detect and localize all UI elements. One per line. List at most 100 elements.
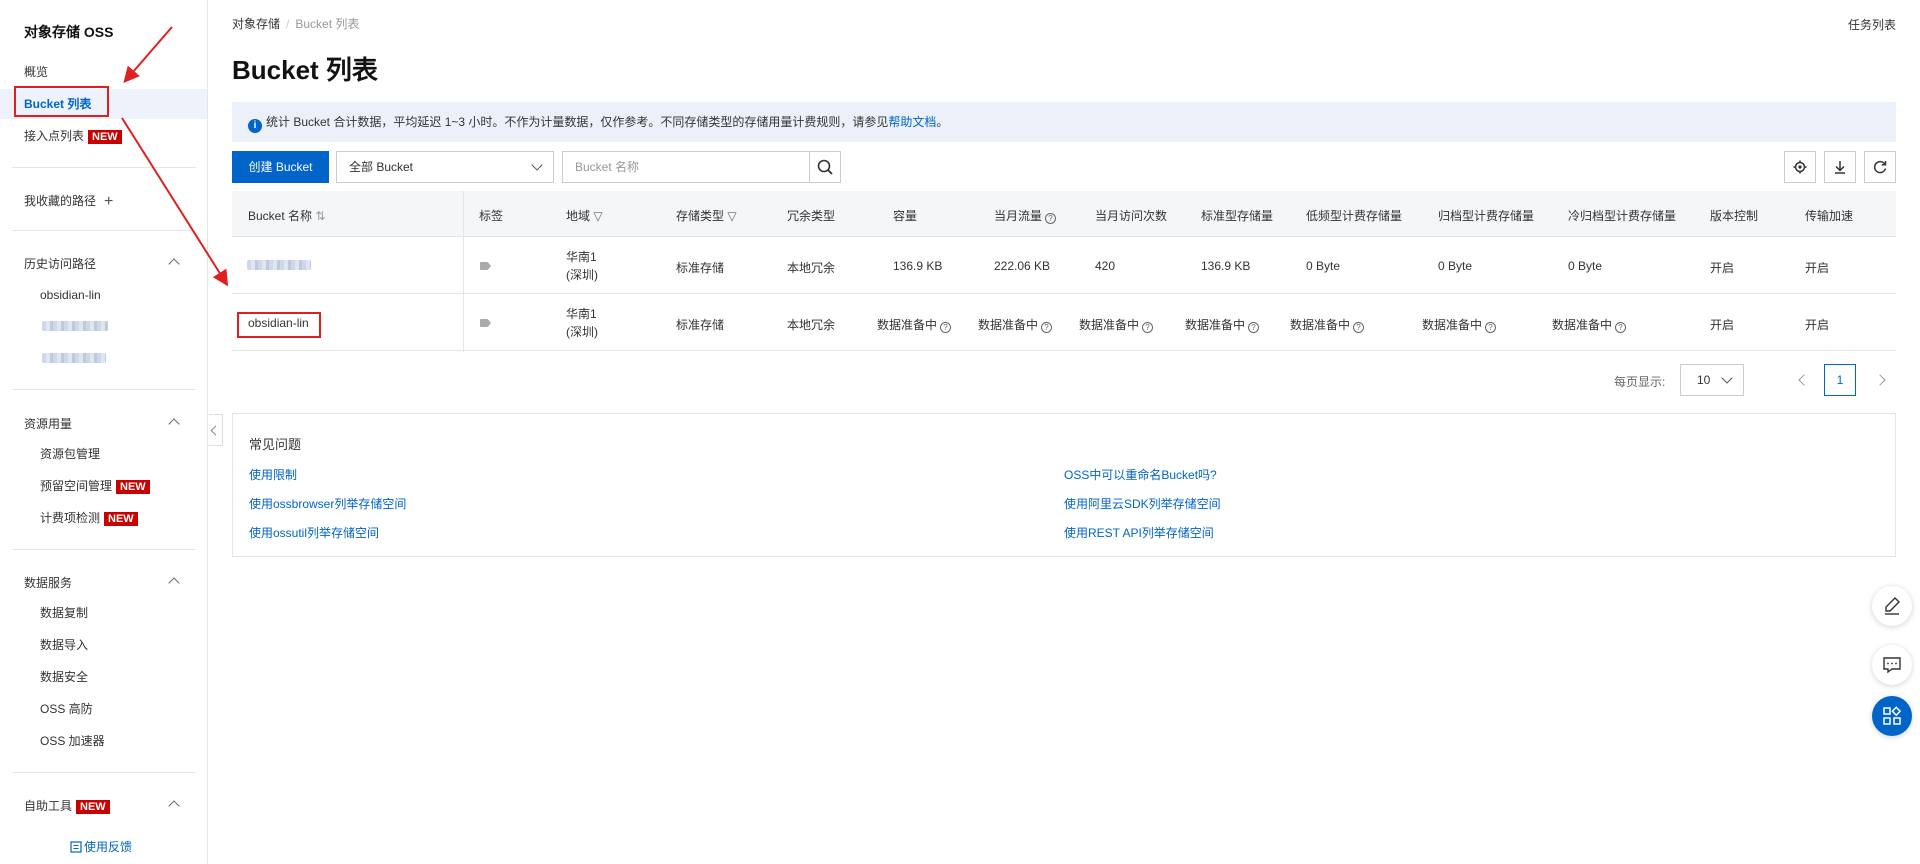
- plus-icon[interactable]: +: [104, 193, 113, 211]
- divider: [12, 772, 196, 773]
- divider: [12, 389, 196, 390]
- bucket-search-input[interactable]: [562, 151, 810, 183]
- help-icon[interactable]: ?: [1353, 322, 1365, 333]
- sidebar-item-data-security[interactable]: 数据安全: [40, 662, 88, 692]
- column-header-tags: 标签: [479, 209, 504, 223]
- sidebar-group-label: 自助工具: [24, 799, 73, 813]
- sidebar-group-tools[interactable]: 自助工具 NEW: [24, 797, 110, 814]
- help-icon[interactable]: ?: [1485, 322, 1497, 333]
- edit-float-button[interactable]: [1872, 586, 1912, 626]
- sidebar-item-oss-ddos[interactable]: OSS 高防: [40, 694, 93, 724]
- sidebar-item-data-import[interactable]: 数据导入: [40, 630, 88, 660]
- page-size-select[interactable]: 10: [1680, 364, 1744, 396]
- column-header-ia-storage: 低频型计费存储量: [1306, 209, 1403, 223]
- region-cell: 华南1 (深圳): [566, 305, 598, 341]
- bucket-name-redacted[interactable]: [247, 260, 311, 270]
- page-number-button[interactable]: 1: [1824, 364, 1856, 396]
- faq-link[interactable]: OSS中可以重命名Bucket吗?: [1064, 466, 1217, 483]
- sidebar-collapse-button[interactable]: [209, 414, 223, 446]
- help-icon[interactable]: ?: [1248, 322, 1260, 333]
- sidebar-item-reserved-space[interactable]: 预留空间管理 NEW: [40, 471, 150, 501]
- faq-link[interactable]: 使用限制: [249, 466, 297, 483]
- chevron-down-icon: [1721, 372, 1733, 384]
- next-page-button[interactable]: [1874, 374, 1886, 386]
- tag-icon[interactable]: [480, 319, 491, 327]
- sidebar-item-data-replication[interactable]: 数据复制: [40, 598, 88, 628]
- chevron-up-icon[interactable]: [168, 577, 180, 589]
- create-bucket-button[interactable]: 创建 Bucket: [232, 151, 329, 183]
- history-item-obsidian-lin[interactable]: obsidian-lin: [40, 280, 101, 310]
- cell-text: 数据准备中: [1422, 318, 1483, 332]
- notice-text: 统计 Bucket 合计数据，平均延迟 1~3 小时。不作为计量数据，仅作参考。…: [266, 115, 889, 129]
- help-icon[interactable]: ?: [940, 322, 952, 333]
- region-name: 华南1: [566, 250, 597, 264]
- column-header-name[interactable]: Bucket 名称 ⇅: [248, 207, 325, 224]
- breadcrumb-root[interactable]: 对象存储: [232, 17, 280, 31]
- chevron-up-icon[interactable]: [168, 800, 180, 812]
- cell-text: 数据准备中: [1079, 318, 1140, 332]
- acceleration-link[interactable]: 开启: [1805, 316, 1829, 333]
- feedback-label: 使用反馈: [84, 840, 133, 854]
- faq-title: 常见问题: [249, 437, 302, 452]
- info-icon: i: [248, 119, 262, 133]
- settings-button[interactable]: [1784, 151, 1816, 183]
- prev-page-button[interactable]: [1798, 374, 1810, 386]
- refresh-button[interactable]: [1864, 151, 1896, 183]
- sidebar: 对象存储 OSS 概览 Bucket 列表 接入点列表 NEW 我收藏的路径 + 历…: [0, 0, 208, 864]
- column-header-region[interactable]: 地域 ▽: [566, 207, 603, 224]
- acceleration-link[interactable]: 开启: [1805, 259, 1829, 276]
- chevron-down-icon: [531, 159, 543, 171]
- history-item-redacted[interactable]: [42, 353, 106, 363]
- sidebar-item-billing-check[interactable]: 计费项检测 NEW: [40, 503, 138, 533]
- help-icon[interactable]: ?: [1142, 322, 1154, 333]
- new-badge: NEW: [76, 799, 110, 814]
- filter-icon[interactable]: ▽: [593, 209, 602, 223]
- page-title: Bucket 列表: [232, 55, 378, 85]
- sort-icon[interactable]: ⇅: [315, 209, 325, 223]
- column-label: 存储类型: [676, 209, 725, 223]
- archive-storage-cell: 0 Byte: [1438, 259, 1473, 273]
- help-icon[interactable]: ?: [1045, 213, 1057, 224]
- search-button[interactable]: [809, 151, 841, 183]
- feedback-link[interactable]: 使用反馈: [70, 838, 132, 855]
- apps-float-button[interactable]: [1872, 696, 1912, 736]
- sidebar-group-history[interactable]: 历史访问路径: [24, 255, 96, 272]
- column-header-redundancy: 冗余类型: [787, 209, 836, 223]
- sidebar-item-oss-accelerator[interactable]: OSS 加速器: [40, 726, 105, 756]
- page-size-label: 每页显示:: [1614, 375, 1666, 389]
- chat-float-button[interactable]: [1872, 645, 1912, 685]
- region-city: (深圳): [566, 325, 598, 339]
- download-button[interactable]: [1824, 151, 1856, 183]
- faq-link[interactable]: 使用ossbrowser列举存储空间: [249, 495, 406, 512]
- faq-link[interactable]: 使用阿里云SDK列举存储空间: [1064, 495, 1221, 512]
- bucket-filter-select[interactable]: 全部 Bucket: [336, 151, 554, 183]
- help-doc-link[interactable]: 帮助文档: [888, 115, 936, 129]
- tag-icon[interactable]: [480, 262, 491, 270]
- archive-storage-cell: 数据准备中?: [1422, 316, 1497, 333]
- sidebar-item-overview[interactable]: 概览: [24, 57, 48, 87]
- cold-archive-storage-cell: 0 Byte: [1568, 259, 1603, 273]
- column-header-storage-type[interactable]: 存储类型 ▽: [676, 207, 737, 224]
- sidebar-group-resources[interactable]: 资源用量: [24, 415, 72, 432]
- sidebar-item-access-points[interactable]: 接入点列表 NEW: [24, 121, 122, 151]
- cell-text: 数据准备中: [978, 318, 1039, 332]
- visits-cell: 数据准备中?: [1079, 316, 1154, 333]
- sidebar-item-resource-packages[interactable]: 资源包管理: [40, 439, 100, 469]
- versioning-link[interactable]: 开启: [1710, 316, 1734, 333]
- faq-link[interactable]: 使用REST API列举存储空间: [1064, 524, 1214, 541]
- versioning-link[interactable]: 开启: [1710, 259, 1734, 276]
- faq-panel: 常见问题 使用限制 使用ossbrowser列举存储空间 使用ossutil列举…: [232, 413, 1896, 557]
- help-icon[interactable]: ?: [1615, 322, 1627, 333]
- sidebar-group-favorites[interactable]: 我收藏的路径 +: [24, 192, 113, 211]
- column-header-monthly-visits: 当月访问次数: [1095, 209, 1168, 223]
- task-list-link[interactable]: 任务列表: [1848, 16, 1896, 33]
- traffic-cell: 数据准备中?: [978, 316, 1053, 333]
- chevron-up-icon[interactable]: [168, 258, 180, 270]
- history-item-redacted[interactable]: [42, 321, 108, 331]
- new-badge: NEW: [116, 479, 150, 494]
- faq-link[interactable]: 使用ossutil列举存储空间: [249, 524, 379, 541]
- chevron-up-icon[interactable]: [168, 418, 180, 430]
- sidebar-group-data-services[interactable]: 数据服务: [24, 574, 72, 591]
- filter-icon[interactable]: ▽: [727, 209, 736, 223]
- help-icon[interactable]: ?: [1041, 322, 1053, 333]
